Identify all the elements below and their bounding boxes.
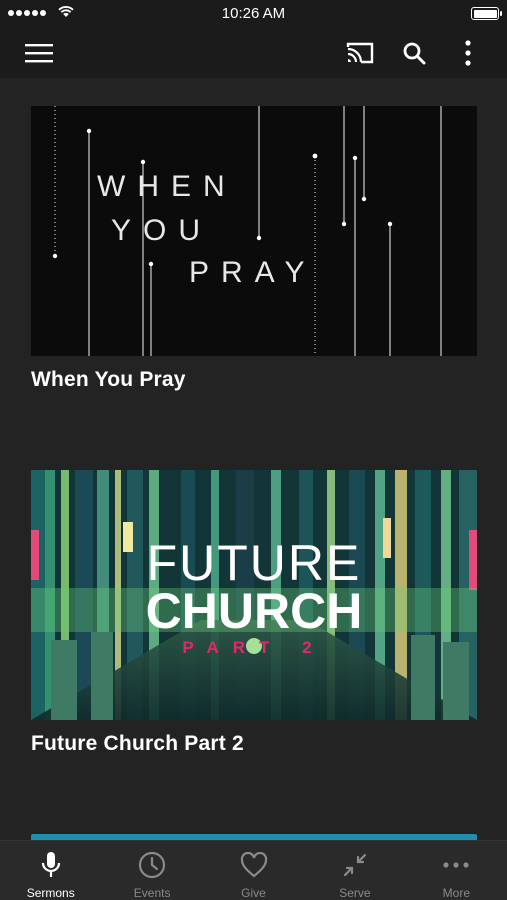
cast-button[interactable] bbox=[343, 36, 377, 70]
battery-icon bbox=[471, 7, 502, 20]
status-bar: 10:26 AM bbox=[0, 0, 507, 28]
tab-label: Serve bbox=[339, 886, 371, 900]
more-vertical-icon bbox=[465, 40, 471, 66]
clock-icon bbox=[139, 851, 166, 879]
compress-arrows-icon bbox=[343, 853, 367, 877]
status-time: 10:26 AM bbox=[221, 5, 286, 22]
sermon-artwork: FUTURE CHURCH PART 2 bbox=[31, 470, 477, 720]
heart-icon bbox=[240, 852, 267, 878]
microphone-icon bbox=[41, 852, 60, 877]
more-horizontal-icon bbox=[443, 862, 469, 868]
tab-serve[interactable]: Serve bbox=[304, 841, 405, 900]
sermon-card[interactable]: WHEN YOU PRAY When You Pray bbox=[31, 106, 477, 392]
search-icon bbox=[403, 42, 426, 65]
tab-events[interactable]: Events bbox=[101, 841, 202, 900]
tab-bar: Sermons Events Give Serve More bbox=[0, 840, 507, 900]
tab-label: More bbox=[442, 886, 470, 900]
sermon-title: When You Pray bbox=[31, 368, 186, 391]
tab-label: Sermons bbox=[26, 886, 75, 900]
artwork-line-2: CHURCH bbox=[145, 583, 363, 639]
sermon-title: Future Church Part 2 bbox=[31, 732, 244, 755]
sermon-list: WHEN YOU PRAY When You Pray FUTURE CHURC… bbox=[0, 78, 507, 840]
app-bar bbox=[0, 28, 507, 78]
overflow-menu-button[interactable] bbox=[451, 36, 485, 70]
sermon-artwork: WHEN YOU PRAY bbox=[31, 106, 477, 356]
tab-give[interactable]: Give bbox=[203, 841, 304, 900]
menu-icon bbox=[25, 44, 53, 63]
tab-more[interactable]: More bbox=[406, 841, 507, 900]
tab-label: Give bbox=[241, 886, 266, 900]
menu-button[interactable] bbox=[22, 36, 56, 70]
cast-icon bbox=[346, 42, 374, 64]
artwork-line-3: PRAY bbox=[189, 256, 317, 289]
search-button[interactable] bbox=[397, 36, 431, 70]
tab-label: Events bbox=[133, 886, 171, 900]
artwork-line-2: YOU bbox=[111, 214, 213, 247]
artwork-line-1: WHEN bbox=[97, 170, 237, 203]
sermon-card[interactable]: FUTURE CHURCH PART 2 Future Church Part … bbox=[31, 470, 477, 756]
artwork-line-3: PART 2 bbox=[182, 638, 326, 657]
tab-sermons[interactable]: Sermons bbox=[0, 841, 101, 900]
